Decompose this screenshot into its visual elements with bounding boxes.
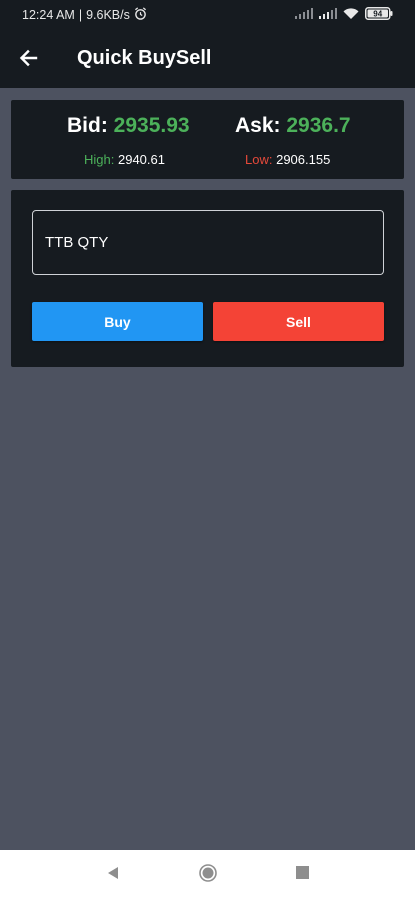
bid-label: Bid: — [67, 114, 108, 137]
high-value: 2940.61 — [117, 152, 165, 167]
nav-back-button[interactable] — [103, 865, 123, 885]
quote-card: Bid: 2935.93 Ask: 2936.7 High: 2940.61 L… — [11, 100, 404, 179]
nav-home-button[interactable] — [198, 863, 218, 888]
sell-button[interactable]: Sell — [213, 302, 384, 341]
signal-icon-2 — [319, 8, 337, 22]
nav-home-icon — [198, 863, 218, 888]
bid-quote: Bid: 2935.93 — [67, 114, 190, 138]
qty-placeholder: TTB QTY — [45, 234, 109, 251]
nav-recents-icon — [295, 866, 309, 884]
high-label: High: — [84, 152, 115, 167]
low-value: 2906.155 — [276, 152, 331, 167]
status-speed: 9.6KB/s — [86, 8, 130, 22]
low-label: Low: — [245, 152, 273, 167]
status-left: 12:24 AM | 9.6KB/s — [22, 7, 147, 23]
status-right: 94 — [295, 7, 393, 23]
wifi-icon — [343, 7, 359, 23]
buy-button[interactable]: Buy — [32, 302, 203, 341]
battery-icon: 94 — [365, 7, 393, 23]
qty-input[interactable]: TTB QTY — [32, 210, 384, 275]
alarm-icon — [134, 7, 147, 23]
status-separator: | — [78, 8, 83, 22]
signal-icon — [295, 8, 313, 22]
bid-value: 2935.93 — [113, 114, 190, 137]
nav-recents-button[interactable] — [292, 865, 312, 885]
status-time: 12:24 AM — [22, 8, 75, 22]
ask-label: Ask: — [235, 114, 281, 137]
svg-text:94: 94 — [373, 9, 382, 18]
ask-quote: Ask: 2936.7 — [235, 114, 351, 138]
arrow-left-icon — [19, 48, 39, 73]
status-bar: 12:24 AM | 9.6KB/s 94 — [0, 0, 415, 30]
high-quote: High: 2940.61 — [84, 152, 165, 167]
system-nav-bar — [0, 850, 415, 900]
app-bar: Quick BuySell — [0, 30, 415, 88]
back-button[interactable] — [14, 45, 44, 75]
ask-value: 2936.7 — [286, 114, 351, 137]
page-title: Quick BuySell — [77, 47, 212, 69]
low-quote: Low: 2906.155 — [245, 152, 330, 167]
order-card: TTB QTY Buy Sell — [11, 190, 404, 367]
nav-back-icon — [106, 866, 120, 885]
